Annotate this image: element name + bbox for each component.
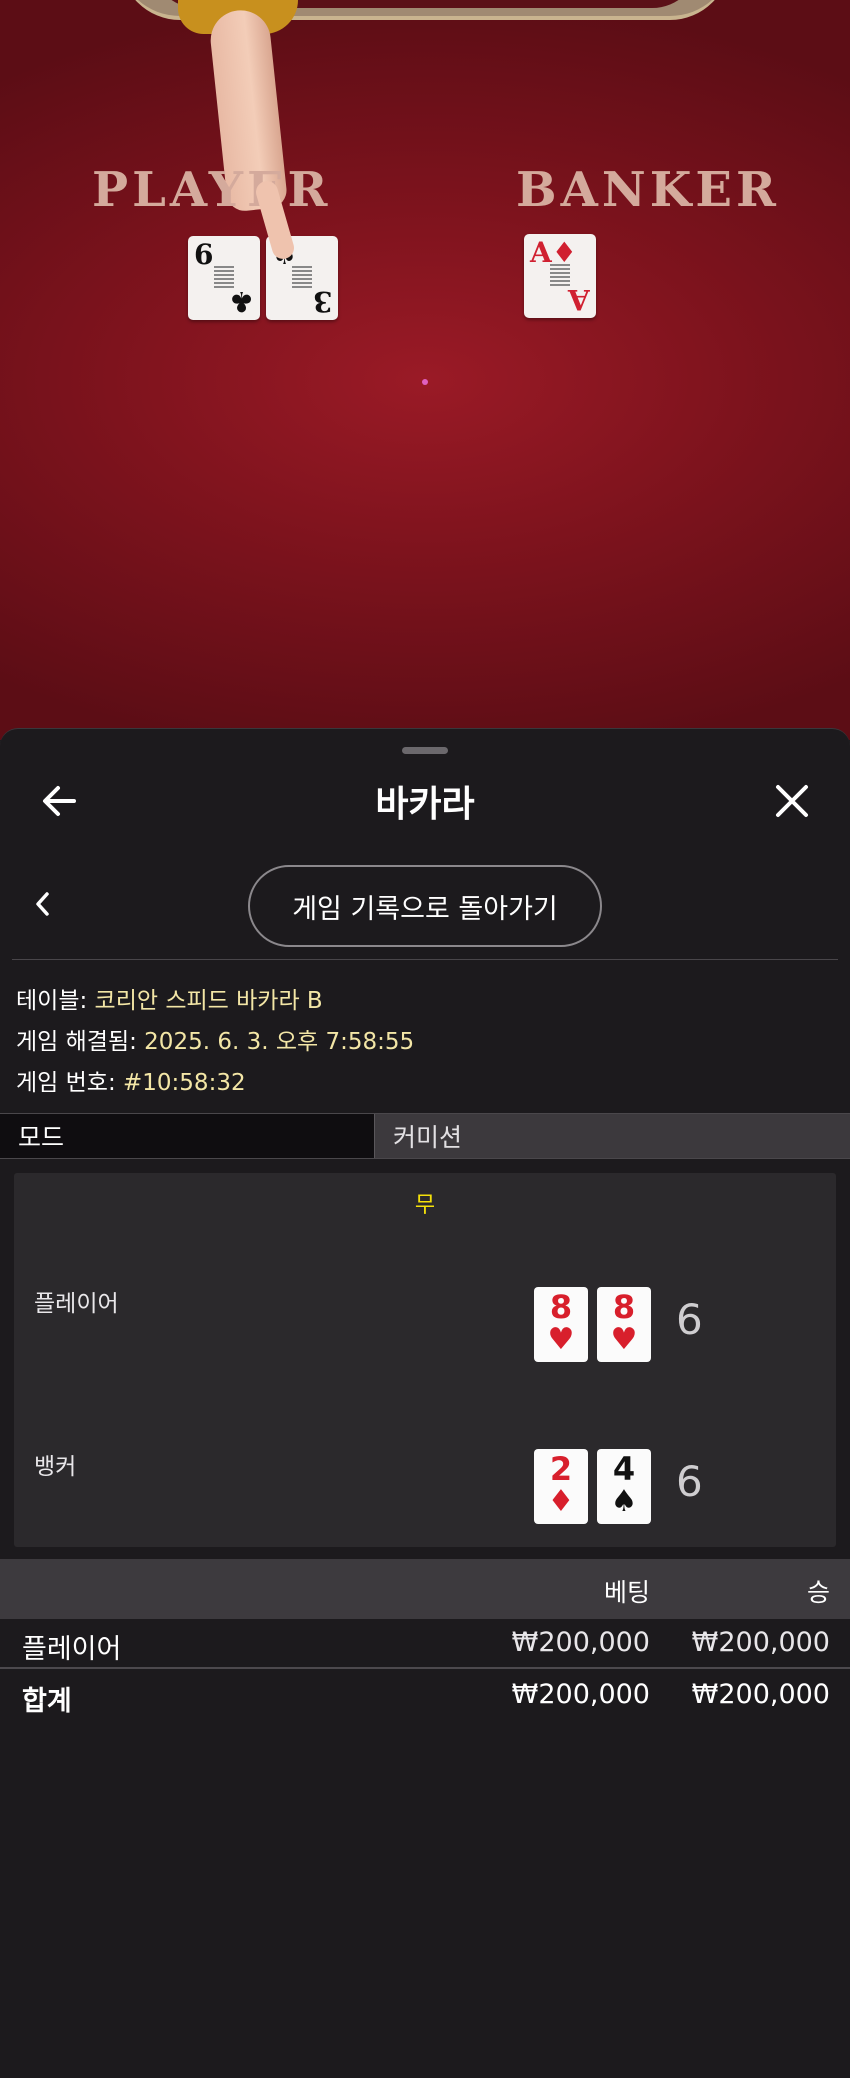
divider xyxy=(12,959,838,960)
player-score: 6 xyxy=(676,1295,703,1344)
tab-commission[interactable]: 커미션 xyxy=(375,1114,850,1158)
bet-amount: ₩200,000 xyxy=(511,1627,650,1658)
table-row: 플레이어 ₩200,000 ₩200,000 xyxy=(0,1619,850,1669)
banker-label: 뱅커 xyxy=(34,1454,77,1480)
resolved-info-label: 게임 해결됨: xyxy=(16,1029,145,1055)
banker-zone-label: BANKER xyxy=(516,162,780,218)
playing-card: 8 ♥ xyxy=(534,1287,588,1362)
tab-mode[interactable]: 모드 xyxy=(0,1114,375,1158)
bet-name: 플레이어 xyxy=(22,1634,122,1665)
chevron-left-icon[interactable] xyxy=(28,889,58,919)
drag-handle[interactable] xyxy=(402,747,448,754)
win-amount: ₩200,000 xyxy=(691,1627,830,1658)
resolved-info-value: 2025. 6. 3. 오후 7:58:55 xyxy=(144,1029,415,1055)
total-label: 합계 xyxy=(22,1686,72,1717)
game-number-info: 게임 번호: #10:58:32 xyxy=(16,1063,246,1097)
close-icon[interactable] xyxy=(770,779,814,823)
table-card: 6 ♣ xyxy=(188,236,260,320)
tab-bar: 모드 커미션 xyxy=(0,1113,850,1159)
win-column-header: 승 xyxy=(806,1578,830,1607)
result-panel: 무 플레이어 8 ♥ 8 ♥ 6 뱅커 2 ♦ 4 ♠ 6 xyxy=(14,1173,836,1547)
live-video: PLAYER BANKER 6 ♣ ♠ 3 A♦ A xyxy=(0,0,850,740)
game-number-value: #10:58:32 xyxy=(123,1070,246,1096)
total-win: ₩200,000 xyxy=(691,1679,830,1710)
bets-header: 베팅 승 xyxy=(0,1559,850,1619)
playing-card: 4 ♠ xyxy=(597,1449,651,1524)
back-to-history-button[interactable]: 게임 기록으로 돌아가기 xyxy=(248,865,602,947)
table-info-value: 코리안 스피드 바카라 B xyxy=(94,988,323,1014)
game-number-label: 게임 번호: xyxy=(16,1070,124,1096)
table-info: 테이블: 코리안 스피드 바카라 B xyxy=(16,981,323,1015)
bottom-sheet: 바카라 게임 기록으로 돌아가기 테이블: 코리안 스피드 바카라 B 게임 해… xyxy=(0,728,850,2078)
table-card: A♦ A xyxy=(524,234,596,318)
playing-card: 8 ♥ xyxy=(597,1287,651,1362)
banker-score: 6 xyxy=(676,1457,703,1506)
total-bet: ₩200,000 xyxy=(511,1679,650,1710)
video-dot xyxy=(422,379,428,385)
outcome-text: 무 xyxy=(414,1193,436,1218)
total-row: 합계 ₩200,000 ₩200,000 xyxy=(0,1671,850,1721)
bet-column-header: 베팅 xyxy=(603,1578,650,1607)
player-label: 플레이어 xyxy=(34,1291,119,1317)
player-zone-label: PLAYER xyxy=(92,162,332,218)
table-info-label: 테이블: xyxy=(16,988,95,1014)
sheet-title: 바카라 xyxy=(375,784,475,825)
playing-card: 2 ♦ xyxy=(534,1449,588,1524)
resolved-info: 게임 해결됨: 2025. 6. 3. 오후 7:58:55 xyxy=(16,1022,414,1056)
